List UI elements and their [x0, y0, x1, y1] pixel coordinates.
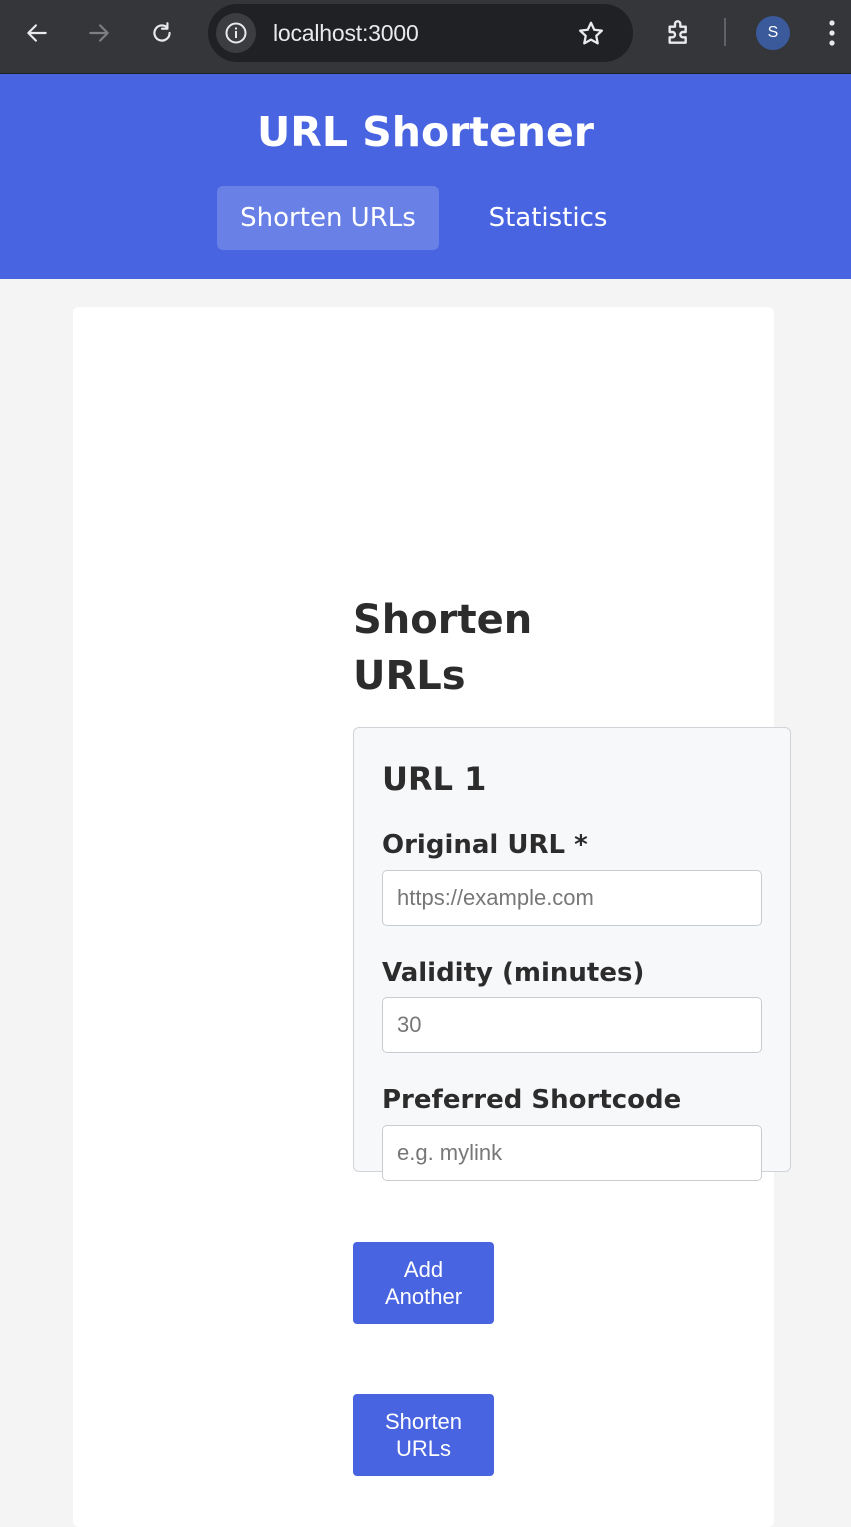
site-info-icon[interactable]	[216, 13, 256, 53]
address-bar[interactable]: localhost:3000	[208, 4, 633, 62]
add-another-button[interactable]: Add Another	[353, 1242, 494, 1324]
shortcode-label: Preferred Shortcode	[382, 1085, 682, 1115]
tab-shorten-urls[interactable]: Shorten URLs	[217, 186, 439, 250]
back-icon[interactable]	[21, 17, 53, 49]
browser-toolbar: localhost:3000 S	[0, 0, 851, 74]
url-entry-title: URL 1	[382, 760, 487, 798]
reload-icon[interactable]	[146, 17, 178, 49]
original-url-input[interactable]	[382, 870, 762, 926]
address-url[interactable]: localhost:3000	[273, 20, 419, 47]
bookmark-star-icon[interactable]	[576, 19, 606, 53]
validity-label: Validity (minutes)	[382, 958, 645, 988]
profile-avatar[interactable]: S	[756, 16, 790, 50]
tab-statistics[interactable]: Statistics	[472, 186, 624, 250]
page-heading: Shorten URLs	[353, 597, 533, 699]
toolbar-divider	[724, 18, 726, 46]
app-title: URL Shortener	[257, 108, 594, 156]
original-url-label: Original URL *	[382, 830, 588, 860]
more-menu-icon[interactable]	[826, 18, 838, 52]
forward-icon[interactable]	[83, 17, 115, 49]
validity-input[interactable]	[382, 997, 762, 1053]
extensions-puzzle-icon[interactable]	[663, 16, 695, 52]
shortcode-input[interactable]	[382, 1125, 762, 1181]
shorten-urls-button[interactable]: Shorten URLs	[353, 1394, 494, 1476]
